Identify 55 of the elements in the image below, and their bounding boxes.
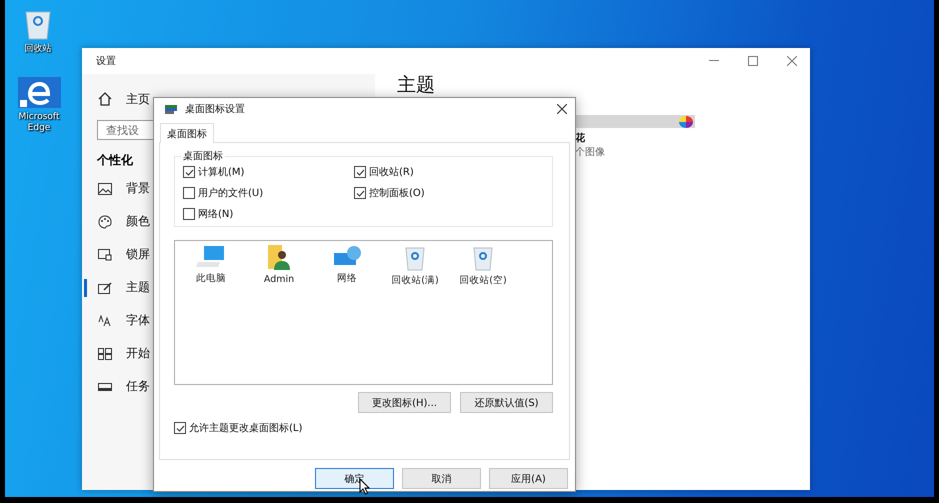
- nav-item[interactable]: 锁屏: [126, 246, 150, 263]
- maximize-icon[interactable]: [748, 56, 758, 66]
- palette-icon: [98, 214, 112, 228]
- user-folder-icon[interactable]: [268, 245, 290, 271]
- window-title: 设置: [96, 54, 116, 68]
- nav-item[interactable]: 背景: [126, 180, 150, 197]
- dialog-title: 桌面图标设置: [185, 102, 245, 116]
- icon-label[interactable]: 回收站(满): [391, 274, 439, 287]
- checkbox[interactable]: [174, 422, 186, 434]
- checkbox[interactable]: [183, 166, 195, 178]
- checkbox-label[interactable]: 控制面板(O): [369, 186, 425, 200]
- taskbar-icon: [98, 382, 112, 390]
- desktop-icon: [165, 104, 177, 114]
- minimize-icon[interactable]: [709, 60, 719, 62]
- section-heading: 个性化: [97, 152, 133, 169]
- recycle-bin-icon[interactable]: [404, 245, 426, 271]
- dialog-button[interactable]: 取消: [402, 468, 481, 489]
- close-icon[interactable]: [557, 104, 567, 114]
- nav-item[interactable]: 颜色: [126, 213, 150, 230]
- dialog-button[interactable]: 还原默认值(S): [460, 392, 553, 413]
- checkbox[interactable]: [354, 187, 366, 199]
- icon-label[interactable]: 此电脑: [196, 272, 226, 285]
- checkbox-label[interactable]: 允许主题更改桌面图标(L): [189, 421, 302, 435]
- theme-caption: 个图像: [575, 146, 606, 159]
- nav-item[interactable]: 开始: [126, 345, 150, 362]
- lock-screen-icon: [98, 248, 112, 260]
- checkbox-label[interactable]: 回收站(R): [369, 165, 414, 179]
- checkbox-label[interactable]: 用户的文件(U): [198, 186, 264, 200]
- dialog-button[interactable]: 更改图标(H)...: [358, 392, 451, 413]
- nav-item[interactable]: 字体: [126, 312, 150, 329]
- icon-label[interactable]: 网络: [337, 272, 357, 285]
- start-layout-icon: [98, 348, 112, 360]
- checkbox-label[interactable]: 计算机(M): [198, 165, 244, 179]
- theme-caption: 花: [575, 132, 586, 145]
- font-size-icon: [98, 314, 112, 326]
- checkbox[interactable]: [183, 208, 195, 220]
- color-wheel-icon: [679, 116, 693, 128]
- nav-item[interactable]: 主页: [126, 90, 150, 108]
- dialog-button[interactable]: 应用(A): [489, 468, 568, 489]
- brush-icon: [98, 282, 112, 294]
- checkbox[interactable]: [354, 166, 366, 178]
- checkbox[interactable]: [183, 187, 195, 199]
- icon-label[interactable]: Admin: [264, 274, 294, 285]
- home-icon: [98, 92, 112, 106]
- image-icon: [98, 182, 112, 194]
- recycle-bin-icon[interactable]: [472, 245, 494, 271]
- tab[interactable]: 桌面图标: [160, 123, 214, 143]
- browser-shortcut-icon[interactable]: [18, 77, 60, 108]
- computer-icon[interactable]: [196, 245, 226, 269]
- nav-item[interactable]: 任务: [126, 378, 150, 395]
- page-heading: 主题: [397, 75, 435, 96]
- icon-label[interactable]: 回收站(空): [459, 274, 507, 287]
- nav-item[interactable]: 主题: [126, 279, 150, 296]
- group-label: 桌面图标: [182, 150, 224, 163]
- checkbox-label[interactable]: 网络(N): [198, 207, 234, 221]
